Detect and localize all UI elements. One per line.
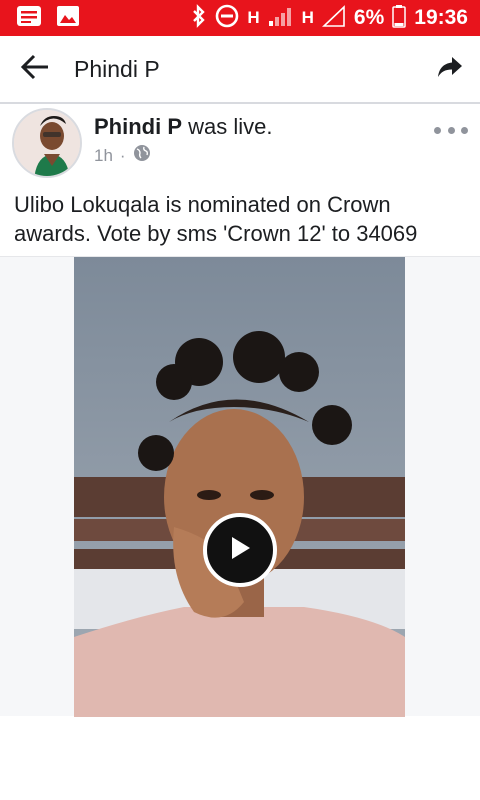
arrow-back-icon	[20, 54, 50, 85]
network-type-2: H	[301, 8, 314, 27]
back-button[interactable]	[0, 35, 70, 103]
post-meta: 1h ·	[94, 144, 151, 167]
do-not-disturb-icon	[215, 4, 239, 33]
battery-percent: 6%	[353, 6, 385, 29]
page-title: Phindi P	[74, 55, 160, 82]
play-button[interactable]	[203, 513, 277, 587]
play-icon	[228, 535, 252, 566]
image-icon	[56, 5, 80, 32]
more-icon	[434, 126, 441, 134]
globe-icon	[133, 144, 151, 167]
network-type-1: H	[247, 8, 260, 27]
post-text: Ulibo Lokuqala is nominated on Crown awa…	[14, 192, 418, 246]
status-bar: H H 6% 19:36	[0, 0, 480, 36]
share-button[interactable]	[420, 35, 480, 103]
post-time[interactable]: 1h	[94, 146, 113, 166]
share-icon	[437, 55, 463, 84]
post-header: Phindi P was live. 1h ·	[0, 106, 480, 182]
meta-separator: ·	[119, 145, 126, 165]
avatar[interactable]	[12, 108, 82, 178]
more-options-button[interactable]	[434, 120, 468, 140]
author-name[interactable]: Phindi P	[94, 114, 182, 139]
video-thumbnail[interactable]	[74, 257, 405, 717]
signal-icon	[268, 5, 294, 32]
battery-icon	[392, 4, 407, 33]
media-container	[0, 256, 480, 717]
app-bar: Phindi P	[0, 36, 480, 104]
message-icon	[16, 5, 42, 32]
post-action: was live.	[182, 114, 273, 139]
signal-empty-icon	[321, 4, 346, 32]
post-author-line: Phindi P was live.	[94, 114, 272, 140]
bluetooth-icon	[191, 3, 207, 33]
clock: 19:36	[414, 6, 468, 29]
